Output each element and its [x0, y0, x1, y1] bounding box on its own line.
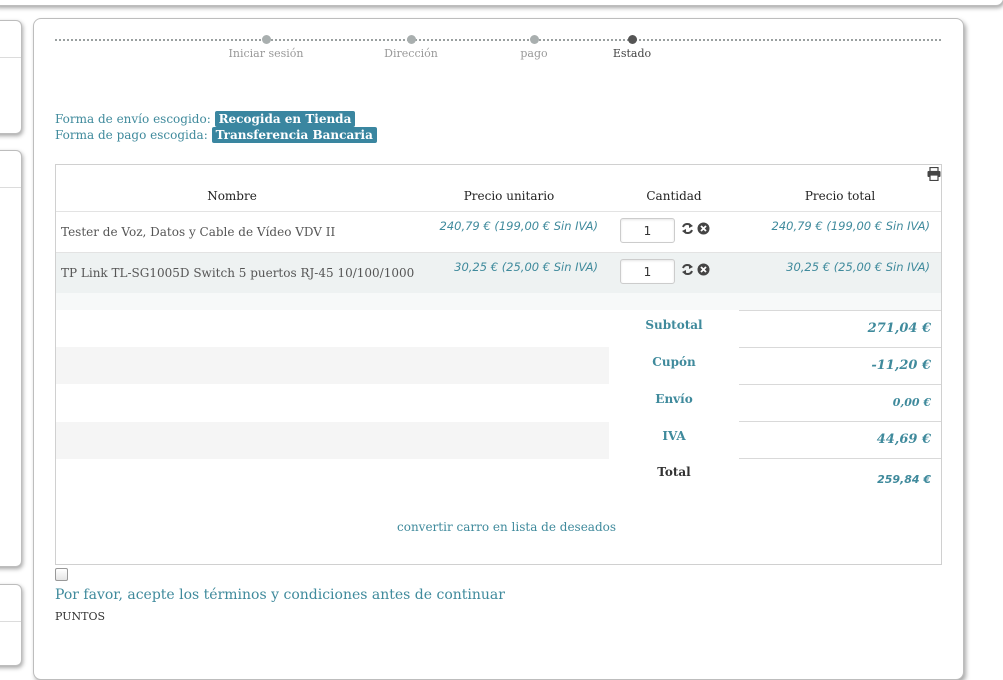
total-price: 30,25 € (25,00 € Sin IVA) — [786, 260, 930, 274]
shipping-value: 0,00 € — [739, 384, 941, 421]
remove-icon[interactable] — [697, 222, 710, 235]
shipping-method-label: Forma de envío escogido: — [55, 112, 211, 126]
top-panel-fragment — [0, 0, 1003, 6]
left-panel-fragment — [0, 150, 22, 567]
wishlist-link[interactable]: convertir carro en lista de deseados — [397, 520, 616, 534]
table-row: TP Link TL-SG1005D Switch 5 puertos RJ-4… — [56, 252, 941, 294]
subtotal-value: 271,04 € — [739, 310, 941, 347]
tax-amount: 44,69 € — [876, 432, 931, 447]
product-name[interactable]: TP Link TL-SG1005D Switch 5 puertos RJ-4… — [61, 266, 414, 280]
unit-price: 30,25 € (25,00 € Sin IVA) — [454, 260, 598, 274]
summary-stripe — [56, 347, 609, 384]
quantity-input[interactable]: 1 — [620, 259, 675, 284]
payment-method-line: Forma de pago escogida: Transferencia Ba… — [55, 127, 377, 143]
header-unit-price: Precio unitario — [463, 189, 555, 203]
header-name: Nombre — [207, 189, 257, 203]
points-label: PUNTOS — [55, 610, 105, 623]
refresh-icon[interactable] — [681, 222, 694, 235]
shipping-label: Envío — [655, 392, 693, 406]
cart-table: Nombre Precio unitario Cantidad Precio t… — [55, 164, 942, 565]
coupon-value: -11,20 € — [739, 347, 941, 384]
remove-icon[interactable] — [697, 263, 710, 276]
unit-price: 240,79 € (199,00 € Sin IVA) — [439, 219, 599, 233]
shipping-method-badge: Recogida en Tienda — [214, 111, 356, 127]
step-label: Iniciar sesión — [228, 47, 304, 60]
refresh-icon[interactable] — [681, 263, 694, 276]
product-name[interactable]: Tester de Voz, Datos y Cable de Vídeo VD… — [61, 225, 335, 239]
subtotal-amount: 271,04 € — [867, 321, 931, 336]
print-icon[interactable] — [927, 167, 941, 181]
total-price: 240,79 € (199,00 € Sin IVA) — [771, 219, 931, 233]
header-total-price: Precio total — [804, 189, 876, 203]
summary-stripe — [56, 422, 609, 459]
payment-method-label: Forma de pago escogida: — [55, 128, 208, 142]
checkout-steps: Iniciar sesión Dirección pago Estado — [55, 35, 941, 68]
step-label: Estado — [612, 47, 652, 60]
header-quantity: Cantidad — [646, 189, 702, 203]
step-label: Dirección — [384, 47, 438, 60]
tax-label: IVA — [662, 429, 686, 443]
step-dot — [530, 35, 539, 44]
tax-value: 44,69 € — [739, 421, 941, 458]
table-row: Tester de Voz, Datos y Cable de Vídeo VD… — [56, 211, 941, 253]
table-spacer — [56, 293, 941, 310]
terms-checkbox[interactable] — [55, 568, 68, 581]
subtotal-label: Subtotal — [645, 318, 703, 332]
coupon-label: Cupón — [652, 355, 696, 369]
quantity-input[interactable]: 1 — [620, 218, 675, 243]
left-panel-fragment — [0, 20, 22, 134]
total-label: Total — [657, 465, 691, 479]
total-value: 259,84 € — [739, 458, 941, 495]
step-label: pago — [520, 47, 548, 60]
total-amount: 259,84 € — [877, 473, 931, 486]
shipping-amount: 0,00 € — [892, 396, 931, 409]
shipping-method-line: Forma de envío escogido: Recogida en Tie… — [55, 111, 356, 127]
coupon-amount: -11,20 € — [871, 358, 931, 373]
step-dot — [628, 35, 637, 44]
steps-line — [55, 39, 941, 41]
payment-method-badge: Transferencia Bancaria — [211, 127, 377, 143]
terms-text: Por favor, acepte los términos y condici… — [55, 587, 505, 603]
step-dot — [407, 35, 416, 44]
step-dot — [262, 35, 271, 44]
left-panel-fragment — [0, 584, 22, 666]
